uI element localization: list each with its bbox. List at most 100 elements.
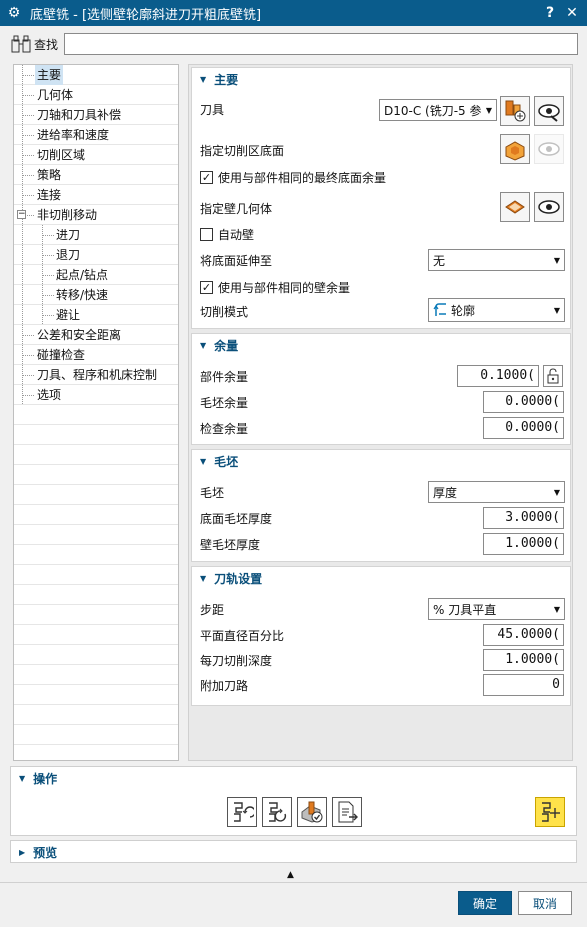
verify-icon — [301, 801, 323, 823]
depth-input[interactable]: 1.0000( — [483, 649, 564, 671]
binoculars-icon — [10, 33, 32, 55]
tree-item[interactable]: 进给率和速度 — [14, 125, 178, 145]
use-wall-stock-row[interactable]: ✓ 使用与部件相同的壁余量 — [200, 275, 562, 299]
use-floor-stock-row[interactable]: ✓ 使用与部件相同的最终底面余量 — [200, 165, 562, 189]
list-button[interactable] — [332, 797, 362, 827]
tree-connector — [22, 95, 34, 96]
use-wall-stock-checkbox[interactable]: ✓ — [200, 280, 213, 294]
tool-value: D10-C (铣刀-5 参 — [384, 103, 482, 118]
blank-group-title: 毛坯 — [214, 454, 239, 469]
tree-item[interactable]: 刀具、程序和机床控制 — [14, 365, 178, 385]
tree-connector — [22, 375, 34, 376]
replay-button[interactable] — [262, 797, 292, 827]
generate-button[interactable] — [227, 797, 257, 827]
tree-item[interactable]: 策略 — [14, 165, 178, 185]
blank-group-header[interactable]: ▼ 毛坯 — [192, 450, 570, 472]
blank-stock-input[interactable]: 0.0000( — [483, 391, 564, 413]
tree-connector — [42, 255, 54, 256]
find-input[interactable] — [64, 33, 578, 55]
tree-item-label: 碰撞检查 — [37, 348, 86, 362]
tree-connector — [22, 85, 23, 104]
tree-item[interactable]: 起点/钻点 — [14, 265, 178, 285]
tree-connector — [22, 385, 23, 404]
tree-item-label: 策略 — [37, 168, 62, 182]
tree-item[interactable]: 碰撞检查 — [14, 345, 178, 365]
toolpath-group-header[interactable]: ▼ 刀轨设置 — [192, 567, 570, 589]
tree-item[interactable]: 公差和安全距离 — [14, 325, 178, 345]
collapse-triangle-icon: ▼ — [19, 773, 26, 783]
tree-item[interactable]: − 非切削移动 — [14, 205, 178, 225]
stock-group-header[interactable]: ▼ 余量 — [192, 334, 570, 356]
tree-connector — [22, 175, 34, 176]
part-stock-input[interactable]: 0.1000( — [457, 365, 539, 387]
close-button[interactable]: ✕ — [561, 5, 583, 21]
preview-header[interactable]: ▶ 预览 — [11, 841, 576, 863]
ok-button[interactable]: 确定 — [458, 891, 512, 915]
tree-empty-row — [14, 545, 178, 565]
tree-item[interactable]: 选项 — [14, 385, 178, 405]
floor-thickness-input[interactable]: 3.0000( — [483, 507, 564, 529]
cut-pattern-dropdown[interactable]: 轮廓 ▼ — [428, 298, 565, 322]
tree-item[interactable]: 刀轴和刀具补偿 — [14, 105, 178, 125]
tree-item[interactable]: 切削区域 — [14, 145, 178, 165]
display-floor-button[interactable] — [534, 134, 564, 164]
verify-button[interactable] — [297, 797, 327, 827]
tree-item[interactable]: 主要 — [14, 65, 178, 85]
display-wall-button[interactable] — [534, 192, 564, 222]
collapse-triangle-icon: ▼ — [200, 74, 207, 84]
tree-item-label: 进给率和速度 — [37, 128, 110, 142]
tree-empty-row — [14, 405, 178, 425]
tree-connector — [22, 335, 34, 336]
blank-type-value: 厚度 — [433, 485, 458, 500]
operations-header[interactable]: ▼ 操作 — [11, 767, 576, 789]
new-tool-icon — [505, 100, 526, 122]
help-button[interactable]: ? — [539, 5, 561, 21]
collapse-up-icon[interactable]: ▲ — [287, 870, 294, 880]
select-floor-button[interactable] — [500, 134, 530, 164]
tree-empty-row — [14, 425, 178, 445]
tree-item[interactable]: 连接 — [14, 185, 178, 205]
tree-item[interactable]: 几何体 — [14, 85, 178, 105]
tool-dropdown[interactable]: D10-C (铣刀-5 参 ▼ — [379, 99, 497, 121]
lock-button[interactable] — [543, 365, 563, 387]
tree-item[interactable]: 退刀 — [14, 245, 178, 265]
check-stock-input[interactable]: 0.0000( — [483, 417, 564, 439]
use-floor-stock-checkbox[interactable]: ✓ — [200, 170, 213, 184]
tree-item-label: 选项 — [37, 388, 62, 402]
tree-item[interactable]: 转移/快速 — [14, 285, 178, 305]
extra-pass-label: 附加刀路 — [200, 678, 249, 693]
auto-wall-checkbox[interactable] — [200, 227, 213, 241]
tool-label: 刀具 — [200, 102, 225, 117]
stepover-dropdown[interactable]: % 刀具平直 ▼ — [428, 598, 565, 620]
tree-item[interactable]: 避让 — [14, 305, 178, 325]
wall-thickness-input[interactable]: 1.0000( — [483, 533, 564, 555]
main-group-header[interactable]: ▼ 主要 — [192, 68, 570, 90]
percent-input[interactable]: 45.0000( — [483, 624, 564, 646]
floor-thickness-label: 底面毛坯厚度 — [200, 511, 273, 526]
tree-item-label: 主要 — [35, 65, 64, 85]
chevron-down-icon: ▼ — [553, 255, 561, 265]
tree-connector — [22, 105, 23, 124]
list-export-icon — [338, 801, 358, 823]
blank-type-dropdown[interactable]: 厚度 ▼ — [428, 481, 565, 503]
wall-geometry-icon — [505, 200, 525, 214]
collapse-toggle-icon[interactable]: − — [17, 210, 26, 219]
check-stock-label: 检查余量 — [200, 421, 249, 436]
auto-wall-row[interactable]: 自动壁 — [200, 222, 562, 246]
extra-pass-input[interactable]: 0 — [483, 674, 564, 696]
cancel-button[interactable]: 取消 — [518, 891, 572, 915]
tree-empty-row — [14, 725, 178, 745]
extend-dropdown[interactable]: 无 ▼ — [428, 249, 565, 271]
title-bar: ⚙ 底壁铣 - [选侧壁轮廓斜进刀开粗底壁铣] ? ✕ — [0, 0, 587, 26]
tree-empty-row — [14, 685, 178, 705]
collapse-triangle-icon: ▼ — [200, 340, 207, 350]
tool-path-editor-button[interactable] — [535, 797, 565, 827]
window-title: 底壁铣 - [选侧壁轮廓斜进刀开粗底壁铣] — [30, 7, 262, 23]
tree-item-label: 几何体 — [37, 88, 74, 102]
auto-wall-label: 自动壁 — [218, 227, 255, 242]
new-tool-button[interactable] — [500, 96, 530, 126]
edit-tool-button[interactable] — [534, 96, 564, 126]
collapse-triangle-icon: ▼ — [200, 573, 207, 583]
tree-item[interactable]: 进刀 — [14, 225, 178, 245]
select-wall-button[interactable] — [500, 192, 530, 222]
